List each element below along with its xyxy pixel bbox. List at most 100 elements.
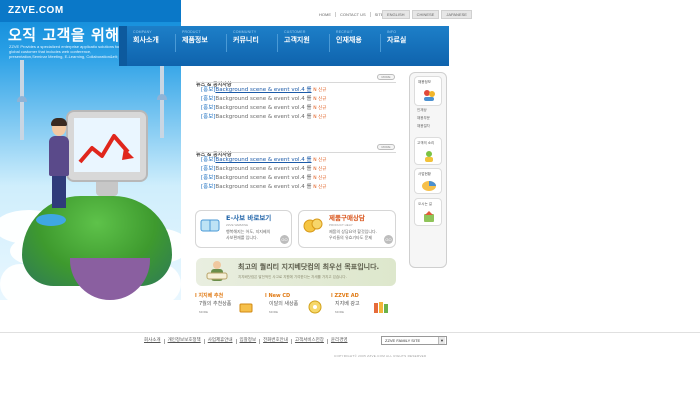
recruit-card[interactable]: 채용정보 xyxy=(414,76,442,106)
footer-link-charter[interactable]: 고객서비스헌장 xyxy=(294,337,325,345)
more-link[interactable]: MORE xyxy=(199,310,208,314)
webzine-promo[interactable]: E-사보 바로보기 ZZVE WEBZINE 행복해지는 어도, 지지베의 사보… xyxy=(195,210,292,248)
sidebar-link-talent[interactable]: 인재상 xyxy=(417,108,427,113)
coins-icon xyxy=(303,218,323,233)
business-status-card[interactable]: 사업현황 xyxy=(414,168,442,194)
news-tag: [홍보] xyxy=(201,96,216,102)
banner-subtitle: 지지베닷컴은 발전적인 사고로 지원에 기여한다는 자세를 가지고 있습니다. xyxy=(238,275,347,279)
nav-item-recruit[interactable]: RECRUIT 인재채용 xyxy=(336,30,362,58)
news-text: Background scene & event vol.4 를 xyxy=(215,184,312,190)
copyright: COPYRIGHT© 2005 ZZVE.COM ALL RIGHTS RESE… xyxy=(334,354,427,358)
news-tag: [홍보] xyxy=(201,175,216,181)
nav-divider xyxy=(277,34,278,52)
footer-link-partnership[interactable]: 사업제휴안내 xyxy=(207,337,234,345)
globe-water xyxy=(36,214,66,226)
news-tag: [홍보] xyxy=(201,87,216,93)
monitor-stand xyxy=(96,182,118,196)
new-badge: N 신규 xyxy=(313,176,327,181)
new-badge: N 신규 xyxy=(313,97,327,102)
side-card-title: 오시는 길 xyxy=(418,202,432,206)
hero-title: 오직 고객을 위해 xyxy=(8,26,120,44)
new-badge: N 신규 xyxy=(313,167,327,172)
news-text: Background scene & event vol.4 를 xyxy=(215,87,312,93)
more-button[interactable]: MORE xyxy=(377,144,395,150)
mini-title: l New CD xyxy=(265,293,291,299)
promo-title: 제품구매상담 xyxy=(329,214,365,222)
people-icon xyxy=(424,90,435,101)
nav-item-company[interactable]: COMPANY 회사소개 xyxy=(133,30,159,58)
new-badge: N 신규 xyxy=(313,88,327,93)
directions-card[interactable]: 오시는 길 xyxy=(414,198,442,226)
section-rule xyxy=(196,152,396,153)
person-body xyxy=(49,136,69,176)
new-badge: N 신규 xyxy=(313,106,327,111)
contact-link[interactable]: CONTACT US xyxy=(336,10,370,19)
footer-link-bidding[interactable]: 입찰정보 xyxy=(239,337,258,345)
lang-chinese-button[interactable]: CHINESE xyxy=(411,10,440,19)
family-site-select[interactable]: ZZVE FAMILY SITE ▼ xyxy=(381,336,447,345)
section-rule xyxy=(196,82,396,83)
go-button[interactable]: GO xyxy=(384,235,393,244)
sidebar-link-process[interactable]: 채용절차 xyxy=(417,124,430,129)
quality-banner: 최고의 퀄리티 지지베닷컴의 최우선 목표입니다. 지지베닷컴은 발전적인 사고… xyxy=(196,258,396,286)
home-link[interactable]: HOME xyxy=(315,10,335,19)
news-item[interactable]: [홍보]Background scene & event vol.4 를 N 신… xyxy=(201,156,326,165)
footer-link-company[interactable]: 회사소개 xyxy=(143,337,162,345)
news-section-header: 뉴스 & 공지사항 xyxy=(196,141,396,158)
side-card-title: 사업현황 xyxy=(418,172,431,176)
chevron-down-icon[interactable]: ▼ xyxy=(438,337,445,344)
news-item[interactable]: [홍보]Background scene & event vol.4 를 N 신… xyxy=(201,174,326,183)
pie-chart-icon xyxy=(422,181,436,191)
news-text: Background scene & event vol.4 를 xyxy=(215,105,312,111)
site-logo[interactable]: ZZVE.COM xyxy=(8,5,64,16)
more-button[interactable]: MORE xyxy=(377,74,395,80)
footer-link-phone[interactable]: 전화번호안내 xyxy=(262,337,289,345)
person-hair xyxy=(51,118,67,126)
nav-item-product[interactable]: PRODUCT 제품정보 xyxy=(182,30,208,58)
mini-subtitle: 지지베 광고 xyxy=(335,301,360,307)
nav-item-label: 커뮤니티 xyxy=(233,36,259,44)
news-item[interactable]: [홍보]Background scene & event vol.4 를 N 신… xyxy=(201,95,326,104)
footer-link-ethics[interactable]: 윤리경영 xyxy=(330,337,349,345)
recommend-item[interactable]: l 지지베 추천 7월의 추천상품 MORE xyxy=(195,293,261,317)
go-button[interactable]: GO xyxy=(280,235,289,244)
lang-japanese-button[interactable]: JAPANESE xyxy=(441,10,472,19)
promo-subtitle: PRODUCT HELP xyxy=(329,223,353,227)
promo-subtitle: ZZVE WEBZINE xyxy=(226,223,249,227)
ad-item[interactable]: l ZZVE AD 지지베 광고 MORE xyxy=(331,293,397,317)
more-link[interactable]: MORE xyxy=(335,310,344,314)
divider xyxy=(203,338,205,344)
news-text: Background scene & event vol.4 를 xyxy=(215,114,312,120)
location-icon xyxy=(424,211,434,222)
more-link[interactable]: MORE xyxy=(269,310,278,314)
nav-item-label: 제품정보 xyxy=(182,36,208,44)
news-tag: [홍보] xyxy=(201,184,216,190)
side-card-title: 채용정보 xyxy=(418,80,431,84)
new-cd-item[interactable]: l New CD 이달의 새상품 MORE xyxy=(265,293,331,317)
nav-item-info[interactable]: INFO 자료실 xyxy=(387,30,406,58)
product-help-promo[interactable]: 제품구매상담 PRODUCT HELP 제품의 상담요약 할것입니다. 우리들의… xyxy=(298,210,396,248)
news-text: Background scene & event vol.4 를 xyxy=(215,96,312,102)
lang-english-button[interactable]: ENGLISH xyxy=(382,10,410,19)
news-item[interactable]: [홍보]Background scene & event vol.4 를 N 신… xyxy=(201,104,326,113)
tower-top-illustration xyxy=(157,94,167,100)
news-item[interactable]: [홍보]Background scene & event vol.4 를 N 신… xyxy=(201,183,326,192)
promo-desc: 우리들의 유효기타도 문제 xyxy=(329,235,373,240)
promo-title: E-사보 바로보기 xyxy=(226,214,272,222)
nav-item-label: 고객지원 xyxy=(284,36,310,44)
news-text: Background scene & event vol.4 를 xyxy=(215,166,312,172)
chart-arrow-icon xyxy=(78,134,134,164)
nav-item-community[interactable]: COMMUNITY 커뮤니티 xyxy=(233,30,259,58)
mini-title: l ZZVE AD xyxy=(331,293,359,299)
nav-divider xyxy=(175,34,176,52)
nav-item-customer[interactable]: CUSTOMER 고객지원 xyxy=(284,30,310,58)
news-item[interactable]: [홍보]Background scene & event vol.4 를 N 신… xyxy=(201,86,326,95)
news-item[interactable]: [홍보]Background scene & event vol.4 를 N 신… xyxy=(201,165,326,174)
new-badge: N 신규 xyxy=(313,185,327,190)
footer-link-privacy[interactable]: 개인정보보호정책 xyxy=(167,337,202,345)
news-item[interactable]: [홍보]Background scene & event vol.4 를 N 신… xyxy=(201,113,326,122)
divider xyxy=(326,338,328,344)
news-tag: [홍보] xyxy=(201,157,216,163)
customer-voice-card[interactable]: 고객의 소리 xyxy=(414,137,442,165)
sidebar-link-positions[interactable]: 채용부문 xyxy=(417,116,430,121)
